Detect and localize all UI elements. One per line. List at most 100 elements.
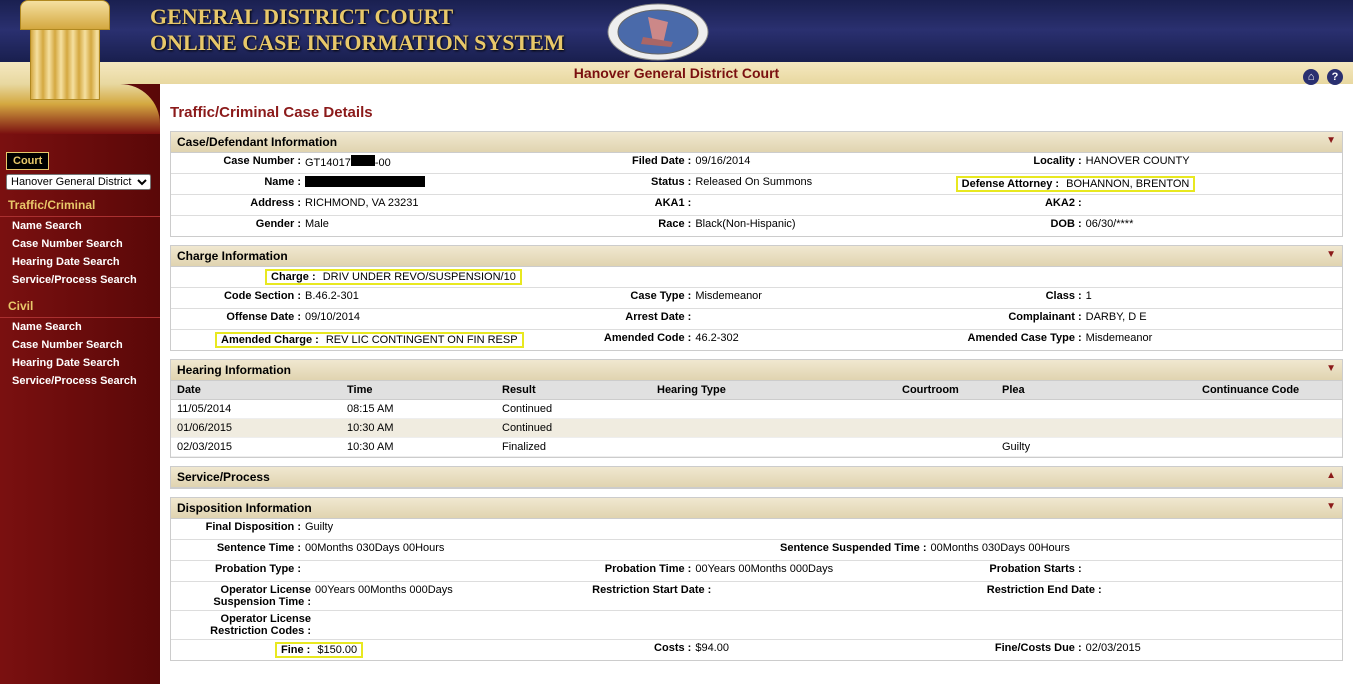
- fine-costs-due-value: 02/03/2015: [1086, 642, 1141, 658]
- probation-starts-label: Probation Starts :: [956, 563, 1086, 579]
- sidebar-civil-heading: Civil: [0, 295, 160, 318]
- sidebar-traffic-hearing-date-search[interactable]: Hearing Date Search: [0, 253, 160, 271]
- hearing-courtroom: [896, 419, 996, 437]
- hearing-heading[interactable]: Hearing Information ▼: [171, 360, 1342, 381]
- hearing-result: Continued: [496, 419, 651, 437]
- sidebar-traffic-service-process-search[interactable]: Service/Process Search: [0, 271, 160, 289]
- race-value: Black(Non-Hispanic): [695, 218, 795, 234]
- fine-costs-due-label: Fine/Costs Due :: [956, 642, 1086, 658]
- class-label: Class :: [956, 290, 1086, 306]
- dob-label: DOB :: [956, 218, 1086, 234]
- op-lic-susp-label: Operator License Suspension Time :: [175, 584, 315, 608]
- table-row: 11/05/201408:15 AMContinued: [171, 400, 1342, 419]
- locality-label: Locality :: [956, 155, 1086, 171]
- service-process-section: Service/Process ▲: [170, 466, 1343, 489]
- sidebar: Court Hanover General District Traffic/C…: [0, 84, 160, 684]
- sidebar-traffic-name-search[interactable]: Name Search: [0, 217, 160, 235]
- disposition-section: Disposition Information ▼ Final Disposit…: [170, 497, 1343, 661]
- case-type-value: Misdemeanor: [695, 290, 762, 306]
- page-title: Traffic/Criminal Case Details: [170, 104, 1343, 121]
- sidebar-court-label: Court: [6, 152, 49, 170]
- gender-value: Male: [305, 218, 329, 234]
- collapse-icon[interactable]: ▼: [1326, 249, 1336, 260]
- collapse-icon[interactable]: ▼: [1326, 501, 1336, 512]
- service-process-heading[interactable]: Service/Process ▲: [171, 467, 1342, 488]
- sentence-suspended-value: 00Months 030Days 00Hours: [931, 542, 1070, 558]
- aka2-label: AKA2 :: [956, 197, 1086, 213]
- dob-value: 06/30/****: [1086, 218, 1134, 234]
- hearing-time: 10:30 AM: [341, 438, 496, 456]
- sidebar-civil-service-process-search[interactable]: Service/Process Search: [0, 372, 160, 390]
- op-lic-restr-label: Operator License Restriction Codes :: [175, 613, 315, 637]
- offense-date-label: Offense Date :: [175, 311, 305, 327]
- hearing-date: 02/03/2015: [171, 438, 341, 456]
- defense-attorney-label: Defense Attorney :: [962, 178, 1063, 190]
- disposition-heading[interactable]: Disposition Information ▼: [171, 498, 1342, 519]
- court-select[interactable]: Hanover General District: [6, 174, 151, 190]
- race-label: Race :: [565, 218, 695, 234]
- costs-label: Costs :: [565, 642, 695, 658]
- arrest-date-label: Arrest Date :: [565, 311, 695, 327]
- fine-label: Fine :: [281, 644, 314, 656]
- filed-date-value: 09/16/2014: [695, 155, 750, 171]
- probation-time-label: Probation Time :: [565, 563, 695, 579]
- table-row: 02/03/201510:30 AMFinalized Guilty: [171, 438, 1342, 457]
- case-number-value: GT14017-00: [305, 155, 391, 171]
- probation-time-value: 00Years 00Months 000Days: [695, 563, 833, 579]
- pillar-logo: [20, 0, 110, 100]
- amended-charge-label: Amended Charge :: [221, 334, 323, 346]
- amended-case-type-label: Amended Case Type :: [956, 332, 1086, 348]
- address-value: RICHMOND, VA 23231: [305, 197, 419, 213]
- amended-code-value: 46.2-302: [695, 332, 738, 348]
- sidebar-civil-case-number-search[interactable]: Case Number Search: [0, 336, 160, 354]
- offense-date-value: 09/10/2014: [305, 311, 360, 327]
- hearing-date: 11/05/2014: [171, 400, 341, 418]
- hearing-plea: Guilty: [996, 438, 1196, 456]
- status-label: Status :: [565, 176, 695, 192]
- help-icon[interactable]: ?: [1327, 69, 1343, 85]
- op-lic-susp-value: 00Years 00Months 000Days: [315, 584, 453, 608]
- hearing-time: 08:15 AM: [341, 400, 496, 418]
- charge-heading[interactable]: Charge Information ▼: [171, 246, 1342, 267]
- hearing-plea: [996, 419, 1196, 437]
- case-type-label: Case Type :: [565, 290, 695, 306]
- amended-code-label: Amended Code :: [565, 332, 695, 348]
- hearing-section: Hearing Information ▼ Date Time Result H…: [170, 359, 1343, 458]
- hearing-type: [651, 438, 896, 456]
- address-label: Address :: [175, 197, 305, 213]
- sidebar-civil-hearing-date-search[interactable]: Hearing Date Search: [0, 354, 160, 372]
- case-defendant-section: Case/Defendant Information ▼ Case Number…: [170, 131, 1343, 237]
- fine-value: $150.00: [317, 644, 357, 656]
- home-icon[interactable]: ⌂: [1303, 69, 1319, 85]
- case-defendant-heading[interactable]: Case/Defendant Information ▼: [171, 132, 1342, 153]
- defense-attorney-value: BOHANNON, BRENTON: [1066, 178, 1189, 190]
- hearing-time: 10:30 AM: [341, 419, 496, 437]
- final-disposition-label: Final Disposition :: [175, 521, 305, 537]
- hearing-result: Continued: [496, 400, 651, 418]
- charge-label: Charge :: [271, 271, 320, 283]
- hearing-type: [651, 400, 896, 418]
- sidebar-traffic-case-number-search[interactable]: Case Number Search: [0, 235, 160, 253]
- state-seal: [603, 2, 713, 62]
- sidebar-civil-name-search[interactable]: Name Search: [0, 318, 160, 336]
- hearing-table-header: Date Time Result Hearing Type Courtroom …: [171, 381, 1342, 400]
- code-section-value: B.46.2-301: [305, 290, 359, 306]
- amended-charge-value: REV LIC CONTINGENT ON FIN RESP: [326, 334, 518, 346]
- hearing-continuance: [1196, 400, 1342, 418]
- expand-icon[interactable]: ▲: [1326, 470, 1336, 481]
- collapse-icon[interactable]: ▼: [1326, 135, 1336, 146]
- app-header: GENERAL DISTRICT COURT ONLINE CASE INFOR…: [0, 0, 1353, 62]
- main-content: Traffic/Criminal Case Details Case/Defen…: [160, 84, 1353, 684]
- hearing-courtroom: [896, 438, 996, 456]
- complainant-value: DARBY, D E: [1086, 311, 1147, 327]
- collapse-icon[interactable]: ▼: [1326, 363, 1336, 374]
- final-disposition-value: Guilty: [305, 521, 333, 537]
- name-label: Name :: [175, 176, 305, 192]
- locality-value: HANOVER COUNTY: [1086, 155, 1190, 171]
- hearing-result: Finalized: [496, 438, 651, 456]
- aka1-label: AKA1 :: [565, 197, 695, 213]
- charge-section: Charge Information ▼ Charge : DRIV UNDER…: [170, 245, 1343, 351]
- table-row: 01/06/201510:30 AMContinued: [171, 419, 1342, 438]
- sidebar-traffic-heading: Traffic/Criminal: [0, 194, 160, 217]
- hearing-type: [651, 419, 896, 437]
